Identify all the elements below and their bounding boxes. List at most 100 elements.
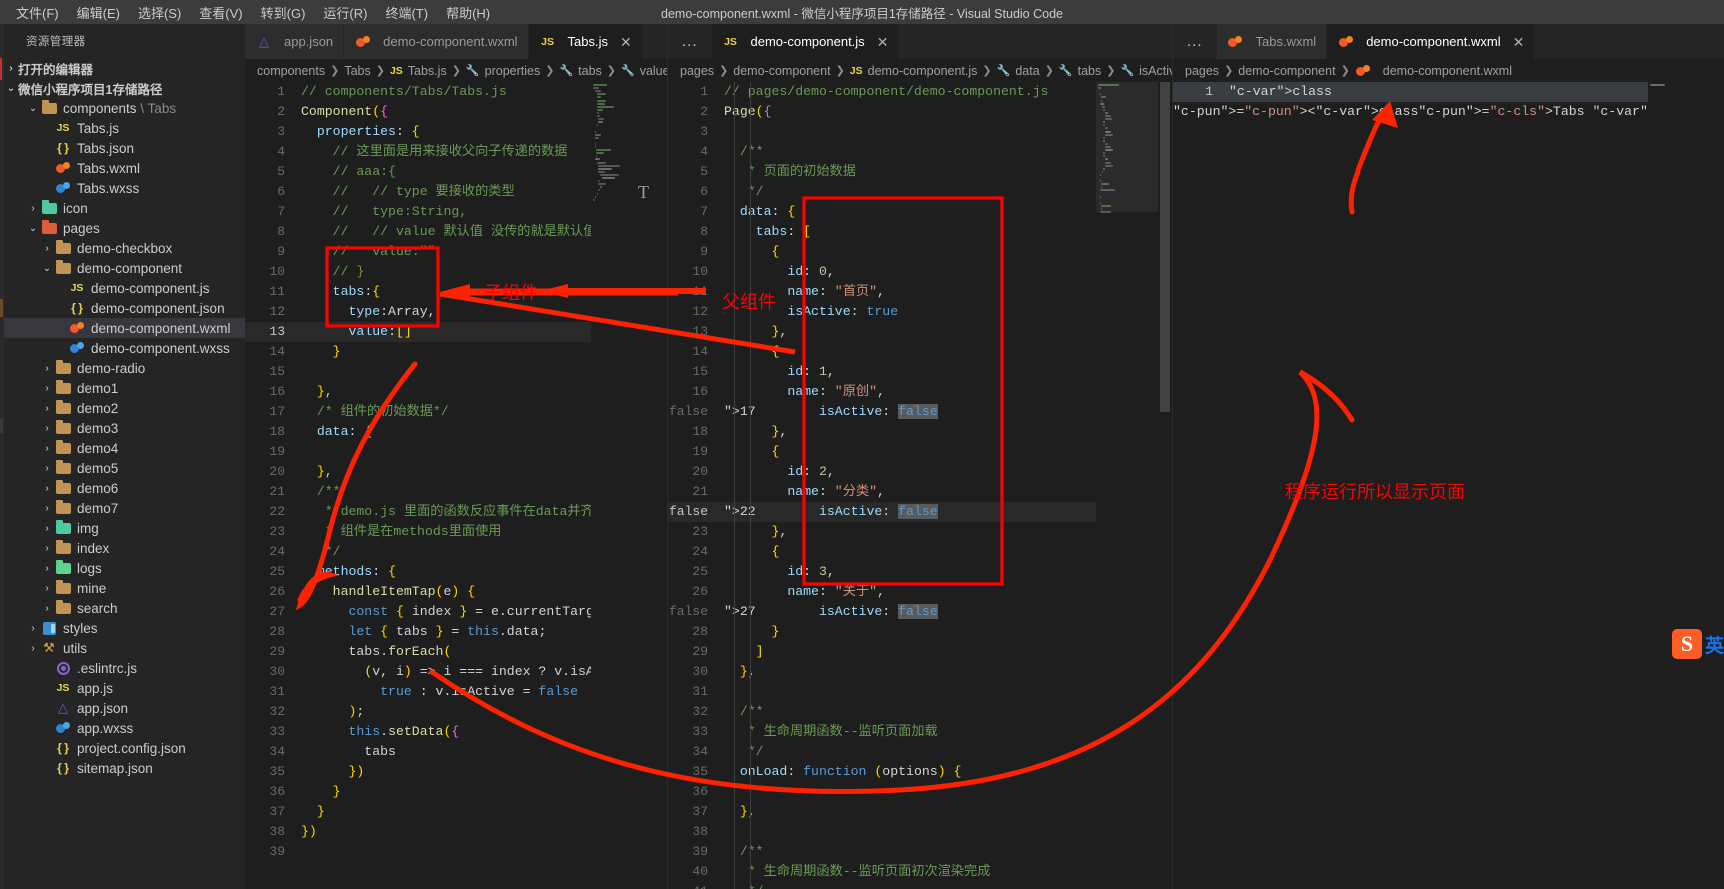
vertical-scrollbar[interactable] (1158, 82, 1172, 889)
breadcrumb-3[interactable]: pages ❯ demo-component ❯ demo-component.… (1173, 59, 1724, 82)
line-number: 9 (277, 244, 285, 259)
tree-item-logs[interactable]: › logs (4, 558, 245, 578)
code-editor-2[interactable]: 1// pages/demo-component/demo-component.… (668, 82, 1172, 889)
tab-tabs-js[interactable]: JS Tabs.js ✕ (528, 24, 643, 59)
tree-item-demo3[interactable]: › demo3 (4, 418, 245, 438)
tree-item-label: search (77, 600, 118, 616)
close-icon[interactable]: ✕ (877, 35, 889, 49)
breadcrumb-item[interactable]: tabs (578, 64, 602, 78)
tree-item-tabs-js[interactable]: JS Tabs.js (4, 118, 245, 138)
tree-item-tabs-wxss[interactable]: Tabs.wxss (4, 178, 245, 198)
menu-item-file[interactable]: 文件(F) (8, 1, 67, 24)
breadcrumb-2[interactable]: pages ❯ demo-component ❯ JS demo-compone… (668, 59, 1172, 82)
code-content[interactable]: 1 "c-var">class "c-pun">="c-pun"><"c-var">… (1173, 82, 1724, 889)
code-editor-1[interactable]: 1// components/Tabs/Tabs.js 2 Component({3… (245, 82, 667, 889)
tree-item-icon[interactable]: › icon (4, 198, 245, 218)
breadcrumb-item[interactable]: value (640, 64, 667, 78)
tree-item-demo1[interactable]: › demo1 (4, 378, 245, 398)
tree-item-demo5[interactable]: › demo5 (4, 458, 245, 478)
scrollbar-thumb[interactable] (1160, 82, 1170, 412)
breadcrumb-item[interactable]: demo-component.wxml (1383, 64, 1512, 78)
tree-item-demo-component-wxml[interactable]: demo-component.wxml (4, 318, 245, 338)
menu-bar[interactable]: 文件(F) 编辑(E) 选择(S) 查看(V) 转到(G) 运行(R) 终端(T… (0, 1, 498, 24)
code-line[interactable]: 1 "c-var">class (1173, 82, 1724, 102)
breadcrumb-1[interactable]: components ❯ Tabs ❯ JS Tabs.js ❯ 🔧 prope… (245, 59, 667, 82)
tree-item-label: app.js (77, 680, 114, 696)
tree-item-pages[interactable]: ⌄ pages (4, 218, 245, 238)
breadcrumb-item[interactable]: Tabs (344, 64, 370, 78)
tab-bar-3[interactable]: ... Tabs.wxml demo-component.wxml ✕ (1173, 24, 1724, 59)
tree-item-img[interactable]: › img (4, 518, 245, 538)
breadcrumb-item[interactable]: pages (1185, 64, 1219, 78)
breadcrumb-item[interactable]: demo-component (1238, 64, 1335, 78)
tab-demo-component-js[interactable]: JS demo-component.js ✕ (711, 24, 900, 59)
menu-item-selection[interactable]: 选择(S) (130, 1, 189, 24)
menu-item-view[interactable]: 查看(V) (191, 1, 250, 24)
tree-item-app-js[interactable]: JS app.js (4, 678, 245, 698)
vertical-scrollbar[interactable] (1710, 82, 1724, 889)
menu-item-edit[interactable]: 编辑(E) (69, 1, 128, 24)
file-tree[interactable]: › 打开的编辑器 ⌄ 微信小程序项目1存储路径 ⌄ components \ Tabs JS… (4, 58, 245, 778)
tree-item-demo4[interactable]: › demo4 (4, 438, 245, 458)
tree-item-demo6[interactable]: › demo6 (4, 478, 245, 498)
menu-item-terminal[interactable]: 终端(T) (377, 1, 436, 24)
tree-item-styles[interactable]: › styles (4, 618, 245, 638)
close-icon[interactable]: ✕ (620, 35, 632, 49)
menu-item-run[interactable]: 运行(R) (315, 1, 375, 24)
tree-item-demo-component[interactable]: ⌄ demo-component (4, 258, 245, 278)
line-number: 19 (692, 444, 708, 459)
tab-bar-1[interactable]: △ app.json demo-component.wxml JS Tabs.j… (245, 24, 667, 59)
tree-item-demo-checkbox[interactable]: › demo-checkbox (4, 238, 245, 258)
tab-demo-component-wxml-active[interactable]: demo-component.wxml ✕ (1327, 24, 1536, 59)
menu-item-help[interactable]: 帮助(H) (438, 1, 498, 24)
folder-icon (54, 399, 72, 414)
tab-overflow-button[interactable]: ... (668, 24, 712, 59)
tree-section-1[interactable]: ⌄ 微信小程序项目1存储路径 (4, 78, 245, 98)
tree-item-components-tabs[interactable]: ⌄ components \ Tabs (4, 98, 245, 118)
code-editor-3[interactable]: 1 "c-var">class "c-pun">="c-pun"><"c-var">… (1173, 82, 1724, 889)
tab-bar-2[interactable]: ... JS demo-component.js ✕ (668, 24, 1172, 59)
tree-item-demo7[interactable]: › demo7 (4, 498, 245, 518)
tree-item-mine[interactable]: › mine (4, 578, 245, 598)
tree-item-project-config-json[interactable]: { } project.config.json (4, 738, 245, 758)
tree-item-tabs-json[interactable]: { } Tabs.json (4, 138, 245, 158)
tree-item-sitemap-json[interactable]: { } sitemap.json (4, 758, 245, 778)
minimap[interactable] (1648, 82, 1710, 889)
minimap[interactable] (1096, 82, 1158, 889)
menu-item-go[interactable]: 转到(G) (253, 1, 314, 24)
tree-item-index[interactable]: › index (4, 538, 245, 558)
breadcrumb-item[interactable]: data (1015, 64, 1039, 78)
tree-item--eslintrc-js[interactable]: .eslintrc.js (4, 658, 245, 678)
breadcrumb-item[interactable]: properties (485, 64, 541, 78)
tree-item-demo-component-wxss[interactable]: demo-component.wxss (4, 338, 245, 358)
tree-item-demo-radio[interactable]: › demo-radio (4, 358, 245, 378)
tree-item-search[interactable]: › search (4, 598, 245, 618)
tree-item-label: utils (63, 640, 88, 656)
breadcrumb-item[interactable]: demo-component (733, 64, 830, 78)
breadcrumb-item[interactable]: demo-component.js (868, 64, 978, 78)
tree-item-tabs-wxml[interactable]: Tabs.wxml (4, 158, 245, 178)
tab-app-json[interactable]: △ app.json (245, 24, 345, 59)
vertical-scrollbar[interactable] (653, 82, 667, 889)
tree-item-demo-component-json[interactable]: { } demo-component.json (4, 298, 245, 318)
tab-overflow-button[interactable]: ... (1173, 24, 1217, 59)
breadcrumb-item[interactable]: pages (680, 64, 714, 78)
tree-item-demo-component-js[interactable]: JS demo-component.js (4, 278, 245, 298)
sogou-ime-badge[interactable]: S 英 (1671, 627, 1724, 661)
tab-tabs-wxml[interactable]: Tabs.wxml (1216, 24, 1328, 59)
close-icon[interactable]: ✕ (1513, 35, 1525, 49)
tree-item-app-json[interactable]: △ app.json (4, 698, 245, 718)
tree-item-utils[interactable]: › ⚒ utils (4, 638, 245, 658)
breadcrumb-item[interactable]: Tabs.js (408, 64, 447, 78)
breadcrumb-item[interactable]: isActive (1139, 64, 1172, 78)
tree-item-app-wxss[interactable]: app.wxss (4, 718, 245, 738)
breadcrumb-item[interactable]: tabs (1078, 64, 1102, 78)
line-number: 26 (692, 584, 708, 599)
line-number: 14 (269, 344, 285, 359)
js-icon: JS (70, 282, 84, 294)
breadcrumb-item[interactable]: components (257, 64, 325, 78)
tab-demo-component-wxml[interactable]: demo-component.wxml (344, 24, 529, 59)
tree-item-demo2[interactable]: › demo2 (4, 398, 245, 418)
tree-item-label: demo3 (77, 420, 119, 436)
tree-section-0[interactable]: › 打开的编辑器 (4, 58, 245, 78)
